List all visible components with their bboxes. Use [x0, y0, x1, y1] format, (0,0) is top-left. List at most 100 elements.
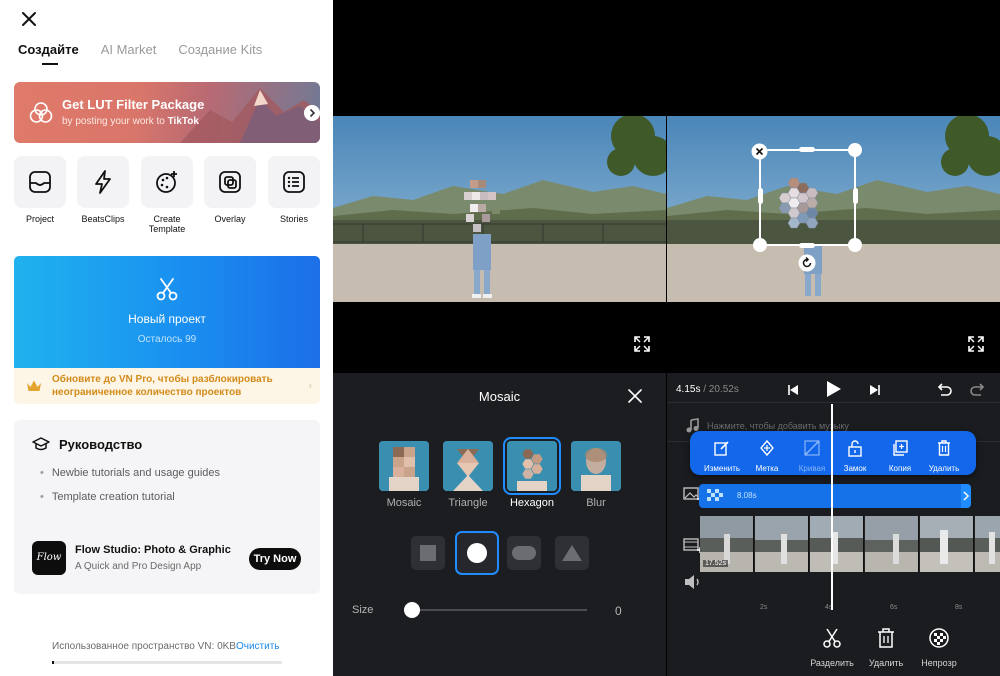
triangle-shape-icon — [562, 545, 582, 561]
split-button[interactable]: Разделить — [804, 627, 860, 668]
triangle-thumbnail — [443, 441, 493, 491]
style-label: Triangle — [448, 497, 488, 509]
tool-project[interactable]: Project — [14, 156, 66, 224]
play-icon[interactable] — [823, 379, 843, 399]
skip-start-icon[interactable] — [784, 381, 802, 399]
copy-icon — [893, 440, 908, 456]
mosaic-panel: Mosaic Mosaic Triangle Hexagon Blur — [333, 373, 666, 676]
lut-promo-banner[interactable]: Get LUT Filter Package by posting your w… — [14, 82, 320, 143]
tool-overlay[interactable]: Overlay — [204, 156, 256, 224]
tab-create[interactable]: Создайте — [18, 42, 79, 65]
trash-icon — [938, 440, 950, 456]
delete-button[interactable]: Удалить — [922, 439, 966, 473]
skip-end-icon[interactable] — [866, 381, 884, 399]
remaining-count: Осталось 99 — [137, 334, 197, 345]
tool-label: Create Template — [148, 214, 186, 234]
clip-action-popup: Изменить Метка Кривая Замок Копия Удалит… — [690, 431, 976, 475]
playhead[interactable] — [831, 404, 833, 610]
upgrade-text: Обновите до VN Pro, чтобы разблокировать… — [52, 374, 273, 398]
time-ruler[interactable]: 2s 4s 6s 8s — [700, 600, 1000, 614]
clip-duration: 17.52s — [703, 560, 729, 567]
shape-triangle[interactable] — [555, 536, 589, 570]
timeline-editor-right: 4.15s / 20.52s Нажмите, чтобы добавить м… — [667, 0, 1000, 676]
new-project-button[interactable]: Новый проект Осталось 99 — [14, 256, 320, 368]
guide-item-newbie[interactable]: Newbie tutorials and usage guides — [40, 467, 220, 479]
style-label: Mosaic — [386, 497, 422, 509]
shape-circle[interactable] — [455, 531, 499, 575]
tool-beatsclips[interactable]: BeatsClips — [77, 156, 129, 224]
fullscreen-icon[interactable] — [633, 335, 651, 353]
diamond-icon — [760, 439, 774, 457]
mosaic-duration: 8.08s — [737, 491, 757, 500]
divider — [667, 402, 1000, 403]
style-triangle[interactable] — [443, 441, 493, 491]
filter-icon — [29, 102, 53, 123]
fullscreen-icon[interactable] — [967, 335, 985, 353]
redo-icon[interactable] — [969, 381, 987, 399]
style-mosaic[interactable] — [379, 441, 429, 491]
circle-shape-icon — [467, 543, 487, 563]
ruler-tick: 6s — [890, 604, 898, 611]
close-icon[interactable] — [627, 388, 643, 404]
opacity-button[interactable]: Непрозр — [911, 627, 967, 668]
copy-button[interactable]: Копия — [878, 439, 922, 473]
mosaic-panel-title: Mosaic — [478, 389, 521, 404]
crown-icon — [27, 380, 41, 391]
guide-item-template[interactable]: Template creation tutorial — [40, 491, 175, 503]
video-preview[interactable] — [667, 116, 1000, 302]
guide-title: Руководство — [59, 437, 143, 452]
tab-kits[interactable]: Создание Kits — [178, 42, 262, 57]
tab-ai-market[interactable]: AI Market — [101, 42, 157, 57]
rotate-icon[interactable] — [798, 254, 816, 272]
shape-square[interactable] — [411, 536, 445, 570]
tool-create-template[interactable]: Create Template — [141, 156, 193, 234]
mosaic-layer-icon — [707, 489, 723, 501]
curve-button[interactable]: Кривая — [790, 439, 834, 473]
scissors-icon — [156, 278, 178, 301]
style-blur[interactable] — [571, 441, 621, 491]
size-slider-knob[interactable] — [404, 602, 420, 618]
tool-stories[interactable]: Stories — [268, 156, 320, 224]
mountain-image — [180, 88, 320, 143]
mosaic-editor-left: Mosaic Mosaic Triangle Hexagon Blur Size… — [333, 0, 666, 676]
video-preview[interactable] — [333, 116, 666, 302]
stories-icon — [283, 171, 305, 193]
mosaic-thumbnail — [379, 441, 429, 491]
size-value: 0 — [615, 604, 622, 618]
remove-mask-icon[interactable] — [751, 143, 768, 160]
blur-thumbnail — [571, 441, 621, 491]
try-now-button[interactable]: Try Now — [249, 548, 301, 570]
guide-card: Руководство Newbie tutorials and usage g… — [14, 420, 320, 594]
storage-info: Использованное пространство VN: 0KBОчист… — [52, 641, 280, 652]
tool-label: Project — [25, 214, 54, 224]
style-label: Blur — [586, 497, 606, 509]
close-icon[interactable] — [18, 8, 40, 30]
project-icon — [29, 171, 51, 193]
size-slider[interactable] — [412, 609, 587, 611]
chevron-right-icon[interactable] — [304, 105, 320, 121]
shape-rounded-rect[interactable] — [507, 536, 541, 570]
video-frame — [333, 116, 666, 302]
volume-icon[interactable] — [683, 574, 703, 590]
mosaic-layer-track[interactable]: 8.08s — [699, 484, 971, 508]
new-project-label: Новый проект — [128, 312, 206, 326]
add-music-hint[interactable]: Нажмите, чтобы добавить музыку — [707, 421, 849, 431]
tool-label: BeatsClips — [81, 214, 125, 224]
undo-icon[interactable] — [935, 381, 953, 399]
upgrade-banner[interactable]: Обновите до VN Pro, чтобы разблокировать… — [14, 368, 320, 404]
clear-storage-link[interactable]: Очистить — [236, 641, 280, 652]
style-hexagon[interactable] — [503, 437, 561, 495]
size-label: Size — [352, 604, 374, 616]
chevron-right-icon — [963, 491, 970, 501]
scissors-icon — [823, 628, 841, 648]
delete-clip-button[interactable]: Удалить — [858, 627, 914, 668]
unlock-icon — [848, 440, 862, 457]
template-icon — [156, 171, 177, 193]
edit-button[interactable]: Изменить — [700, 439, 744, 473]
video-clip-track[interactable] — [700, 516, 1000, 572]
quick-tools: Project BeatsClips Create Template Overl… — [14, 156, 320, 236]
mark-button[interactable]: Метка — [745, 439, 789, 473]
lock-button[interactable]: Замок — [833, 439, 877, 473]
storage-label: Использованное пространство VN: 0KB — [52, 641, 236, 652]
curve-icon — [804, 440, 820, 456]
